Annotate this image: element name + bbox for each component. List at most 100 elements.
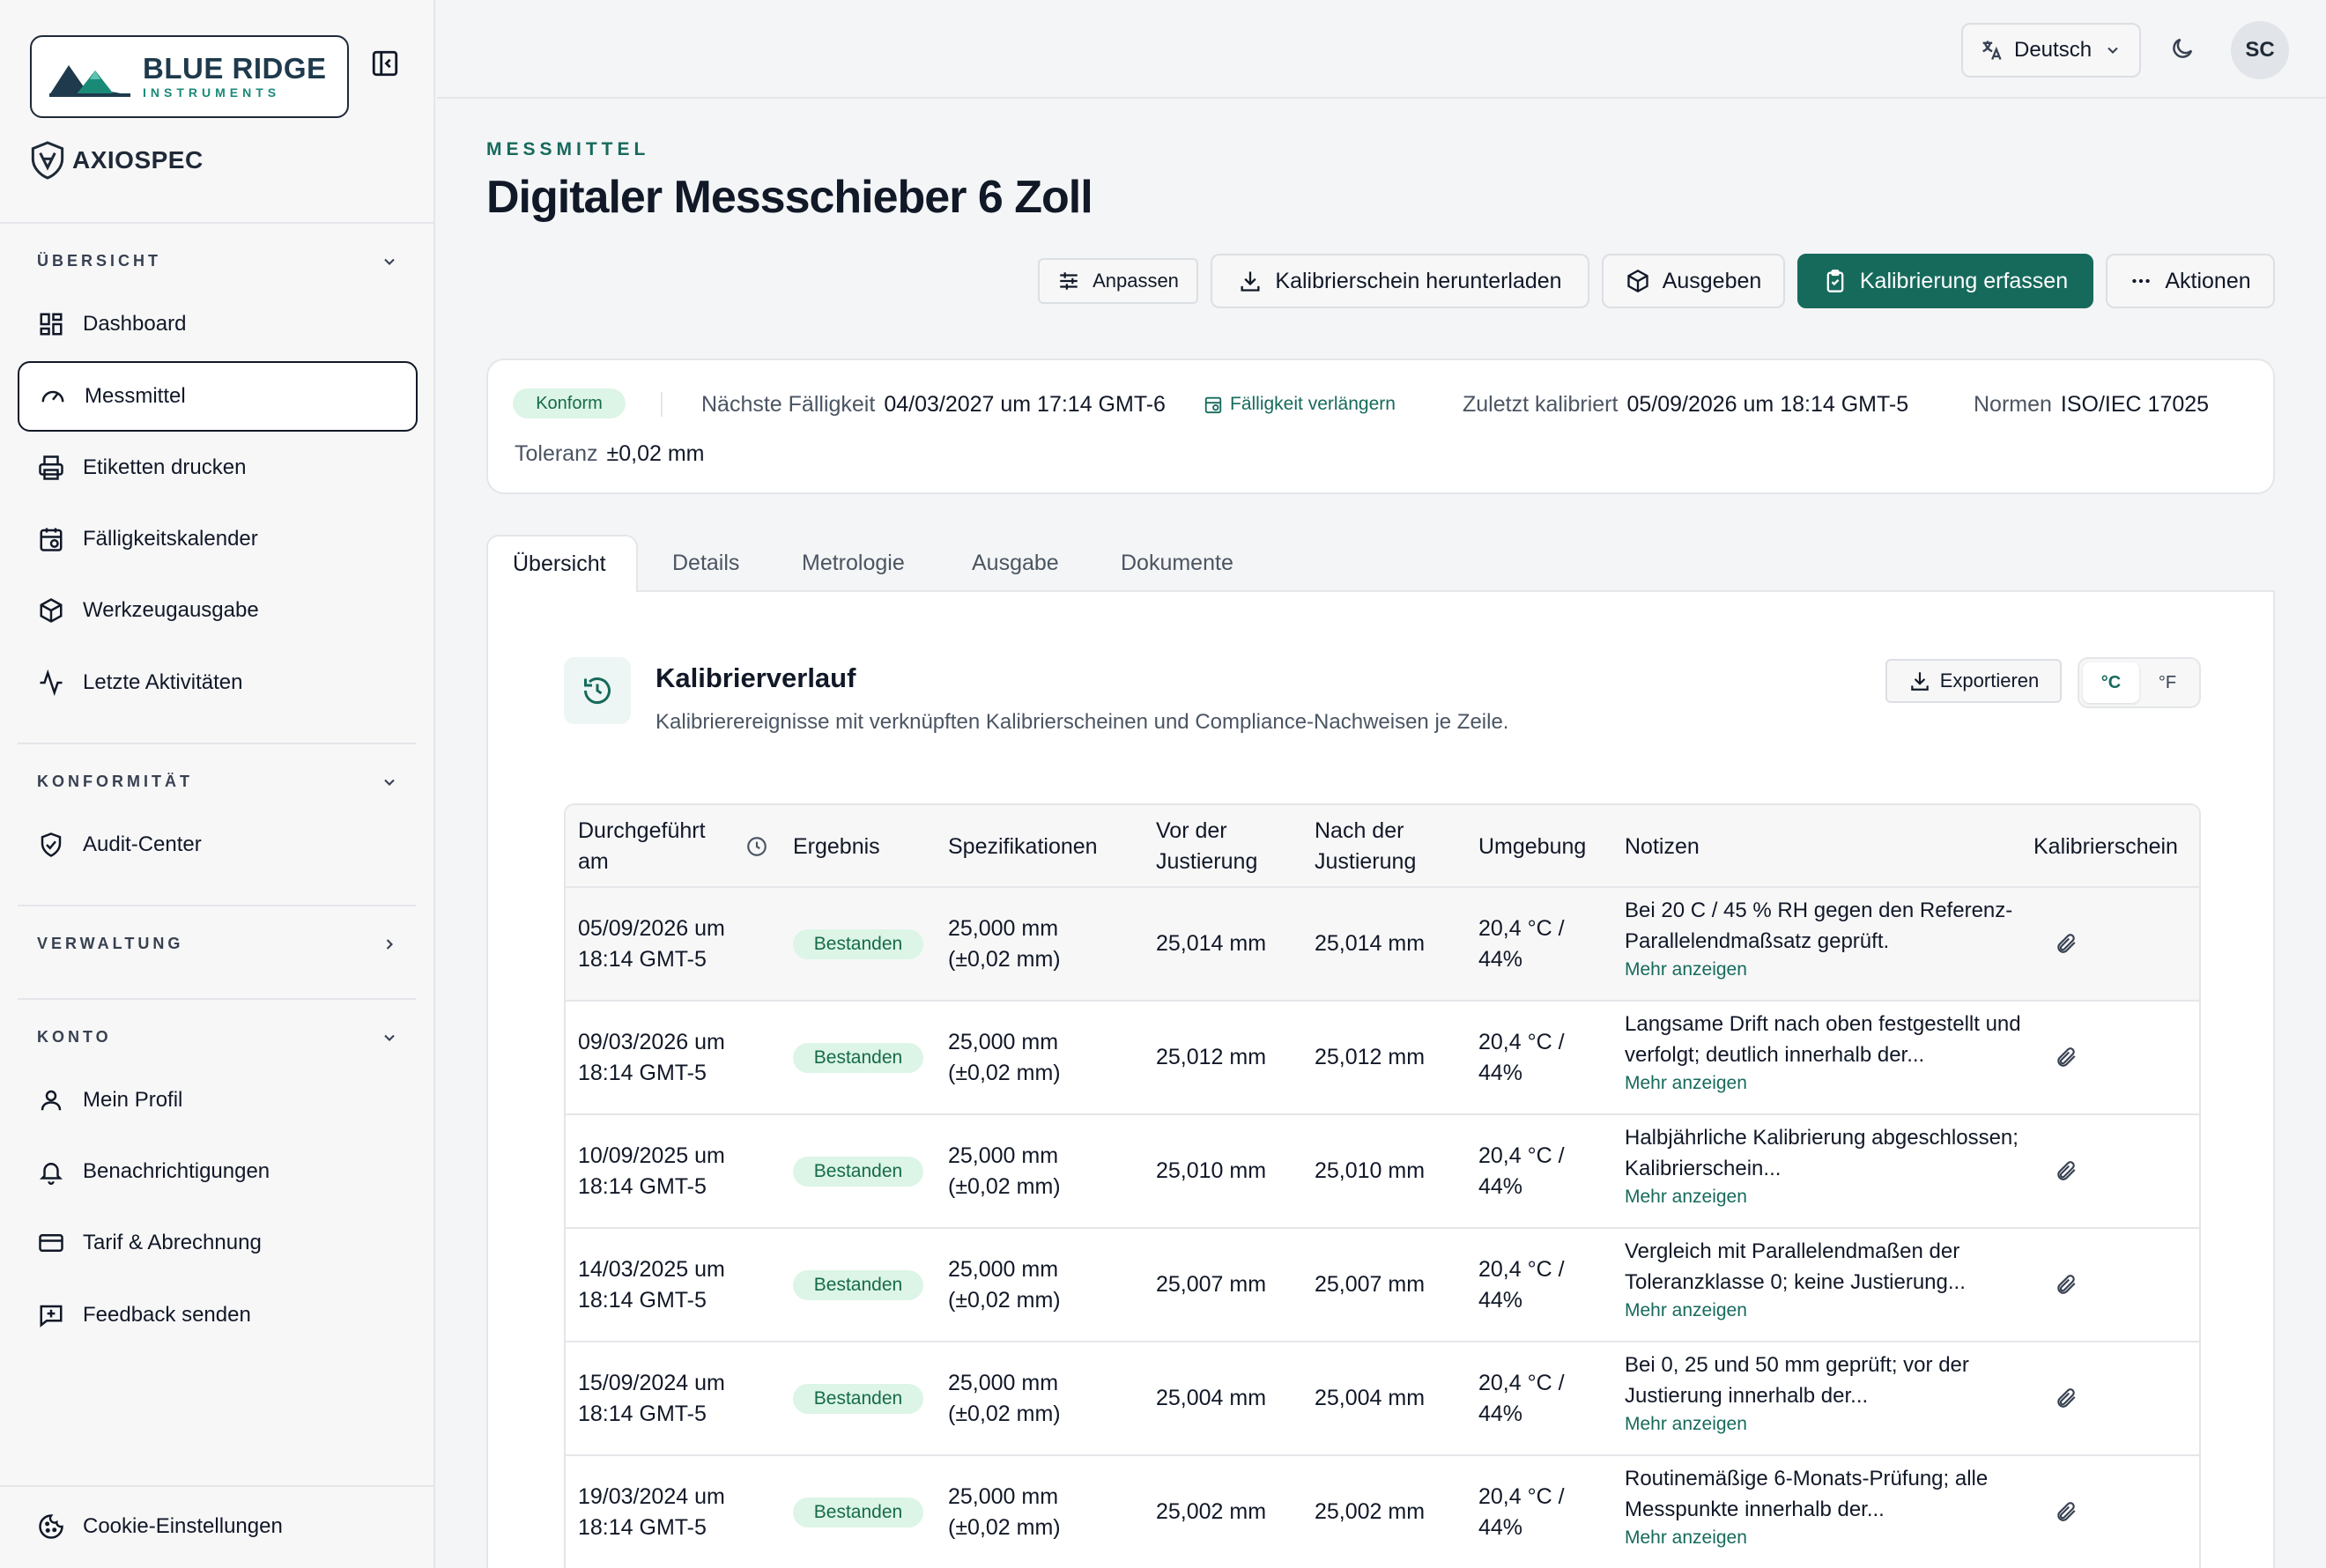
- column-label: Notizen: [1625, 833, 1700, 859]
- package-icon: [1627, 269, 1648, 293]
- status-card: Konform Nächste Fälligkeit 04/03/2027 um …: [486, 359, 2275, 494]
- tab-issue[interactable]: Ausgabe: [972, 535, 1059, 592]
- sidebar-item-tool-issue[interactable]: Werkzeugausgabe: [18, 575, 418, 646]
- divider: [18, 998, 416, 1000]
- cell-before: 25,007 mm: [1156, 1272, 1267, 1297]
- column-specs[interactable]: Spezifikationen: [948, 805, 1098, 888]
- cell-before: 25,004 mm: [1156, 1386, 1267, 1410]
- table-row[interactable]: 05/09/2026 um 18:14 GMT-5 Bestanden 25,0…: [566, 888, 2199, 1002]
- notes-text: Langsame Drift nach oben festgestellt un…: [1625, 1012, 2021, 1067]
- tolerance-value: ±0,02 mm: [606, 441, 705, 466]
- cell-specs: 25,000 mm (±0,02 mm): [948, 915, 1061, 972]
- certificate-attachment-button[interactable]: [2055, 932, 2078, 955]
- section-account[interactable]: KONTO: [37, 1028, 398, 1047]
- paperclip-icon: [2057, 934, 2076, 953]
- sidebar-item-notifications[interactable]: Benachrichtigungen: [18, 1136, 418, 1207]
- column-notes[interactable]: Notizen: [1625, 805, 1700, 888]
- language-select[interactable]: Deutsch: [1961, 23, 2141, 78]
- record-calibration-button[interactable]: Kalibrierung erfassen: [1797, 254, 2093, 308]
- certificate-attachment-button[interactable]: [2055, 1387, 2078, 1409]
- collapse-sidebar-button[interactable]: [370, 48, 400, 78]
- table-row[interactable]: 19/03/2024 um 18:14 GMT-5 Bestanden 25,0…: [566, 1456, 2199, 1568]
- certificate-attachment-button[interactable]: [2055, 1046, 2078, 1069]
- section-admin[interactable]: VERWALTUNG: [37, 935, 398, 953]
- column-environment[interactable]: Umgebung: [1478, 805, 1586, 888]
- product-logo: AXIOSPEC: [30, 141, 204, 180]
- column-before[interactable]: Vor der Justierung: [1156, 805, 1288, 888]
- sidebar-item-calendar[interactable]: Fälligkeitskalender: [18, 504, 418, 574]
- clock-icon[interactable]: [745, 835, 768, 858]
- customize-button[interactable]: Anpassen: [1038, 258, 1198, 304]
- top-bar: Deutsch SC: [437, 0, 2326, 99]
- sidebar-item-cookies[interactable]: Cookie-Einstellungen: [18, 1491, 418, 1562]
- sidebar-item-label: Cookie-Einstellungen: [83, 1514, 283, 1538]
- extend-due-link[interactable]: Fälligkeit verlängern: [1204, 394, 1396, 415]
- table-row[interactable]: 15/09/2024 um 18:14 GMT-5 Bestanden 25,0…: [566, 1342, 2199, 1456]
- translate-icon: [1982, 41, 2002, 60]
- product-name: AXIOSPEC: [72, 146, 204, 174]
- sidebar-item-instruments[interactable]: Messmittel: [18, 361, 418, 432]
- notes-text: Bei 20 C / 45 % RH gegen den Referenz-Pa…: [1625, 899, 2013, 953]
- divider: [18, 905, 416, 906]
- tab-overview[interactable]: Übersicht: [486, 535, 638, 592]
- button-label: Anpassen: [1093, 270, 1179, 292]
- certificate-attachment-button[interactable]: [2055, 1159, 2078, 1182]
- table-body: 05/09/2026 um 18:14 GMT-5 Bestanden 25,0…: [566, 888, 2199, 1568]
- column-label: Ergebnis: [793, 833, 880, 859]
- cell-before: 25,010 mm: [1156, 1158, 1267, 1183]
- tab-details[interactable]: Details: [672, 535, 739, 592]
- column-certificate[interactable]: Kalibrierschein: [2033, 805, 2178, 888]
- more-actions-button[interactable]: Aktionen: [2106, 254, 2275, 308]
- result-badge: Bestanden: [793, 1156, 923, 1187]
- sidebar-item-billing[interactable]: Tarif & Abrechnung: [18, 1208, 418, 1278]
- show-more-link[interactable]: Mehr anzeigen: [1625, 1184, 2030, 1210]
- show-more-link[interactable]: Mehr anzeigen: [1625, 1525, 2030, 1551]
- cell-specs: 25,000 mm (±0,02 mm): [948, 1143, 1061, 1199]
- sidebar-item-audit[interactable]: Audit-Center: [18, 810, 418, 880]
- user-avatar[interactable]: SC: [2231, 21, 2289, 79]
- sidebar-item-activity[interactable]: Letzte Aktivitäten: [18, 647, 418, 718]
- sidebar-item-label: Werkzeugausgabe: [83, 598, 259, 622]
- show-more-link[interactable]: Mehr anzeigen: [1625, 1298, 2030, 1324]
- show-more-link[interactable]: Mehr anzeigen: [1625, 1070, 2030, 1097]
- column-result[interactable]: Ergebnis: [793, 805, 880, 888]
- download-certificate-button[interactable]: Kalibrierschein herunterladen: [1211, 254, 1589, 308]
- notes-text: Routinemäßige 6-Monats-Prüfung; alle Mes…: [1625, 1467, 1989, 1521]
- tab-documents[interactable]: Dokumente: [1121, 535, 1233, 592]
- issue-button[interactable]: Ausgeben: [1602, 254, 1785, 308]
- section-compliance[interactable]: KONFORMITÄT: [37, 773, 398, 791]
- sidebar-item-label: Feedback senden: [83, 1303, 251, 1327]
- cell-after: 25,012 mm: [1315, 1045, 1426, 1069]
- download-icon: [1241, 271, 1260, 292]
- paperclip-icon: [2057, 1388, 2076, 1408]
- cell-after: 25,002 mm: [1315, 1499, 1426, 1524]
- export-button[interactable]: Exportieren: [1885, 659, 2062, 703]
- column-after[interactable]: Nach der Justierung: [1315, 805, 1447, 888]
- show-more-link[interactable]: Mehr anzeigen: [1625, 957, 2030, 983]
- sidebar-item-dashboard[interactable]: Dashboard: [18, 289, 418, 359]
- section-overview[interactable]: ÜBERSICHT: [37, 252, 398, 270]
- table-row[interactable]: 14/03/2025 um 18:14 GMT-5 Bestanden 25,0…: [566, 1229, 2199, 1342]
- sidebar-item-profile[interactable]: Mein Profil: [18, 1065, 418, 1135]
- tab-metrology[interactable]: Metrologie: [802, 535, 905, 592]
- unit-fahrenheit[interactable]: °F: [2139, 662, 2196, 703]
- column-performed[interactable]: Durchgeführt am: [578, 805, 737, 888]
- certificate-attachment-button[interactable]: [2055, 1500, 2078, 1523]
- sidebar-item-labels[interactable]: Etiketten drucken: [18, 433, 418, 503]
- table-row[interactable]: 09/03/2026 um 18:14 GMT-5 Bestanden 25,0…: [566, 1002, 2199, 1115]
- bell-icon: [39, 1163, 63, 1185]
- cell-notes: Halbjährliche Kalibrierung abgeschlossen…: [1625, 1122, 2030, 1210]
- table-row[interactable]: 10/09/2025 um 18:14 GMT-5 Bestanden 25,0…: [566, 1115, 2199, 1229]
- show-more-link[interactable]: Mehr anzeigen: [1625, 1411, 2030, 1438]
- theme-toggle-button[interactable]: [2169, 35, 2196, 62]
- next-due: Nächste Fälligkeit 04/03/2027 um 17:14 GM…: [701, 392, 1166, 418]
- chevron-right-icon: [386, 938, 393, 950]
- sidebar-item-feedback[interactable]: Feedback senden: [18, 1280, 418, 1350]
- certificate-attachment-button[interactable]: [2055, 1273, 2078, 1296]
- sidebar-item-label: Letzte Aktivitäten: [83, 670, 243, 694]
- unit-celsius[interactable]: °C: [2083, 662, 2139, 703]
- brand-logo[interactable]: BLUE RIDGE INSTRUMENTS: [30, 35, 349, 118]
- chevron-down-icon: [384, 779, 395, 786]
- result-badge: Bestanden: [793, 1269, 923, 1300]
- divider: [0, 1485, 435, 1487]
